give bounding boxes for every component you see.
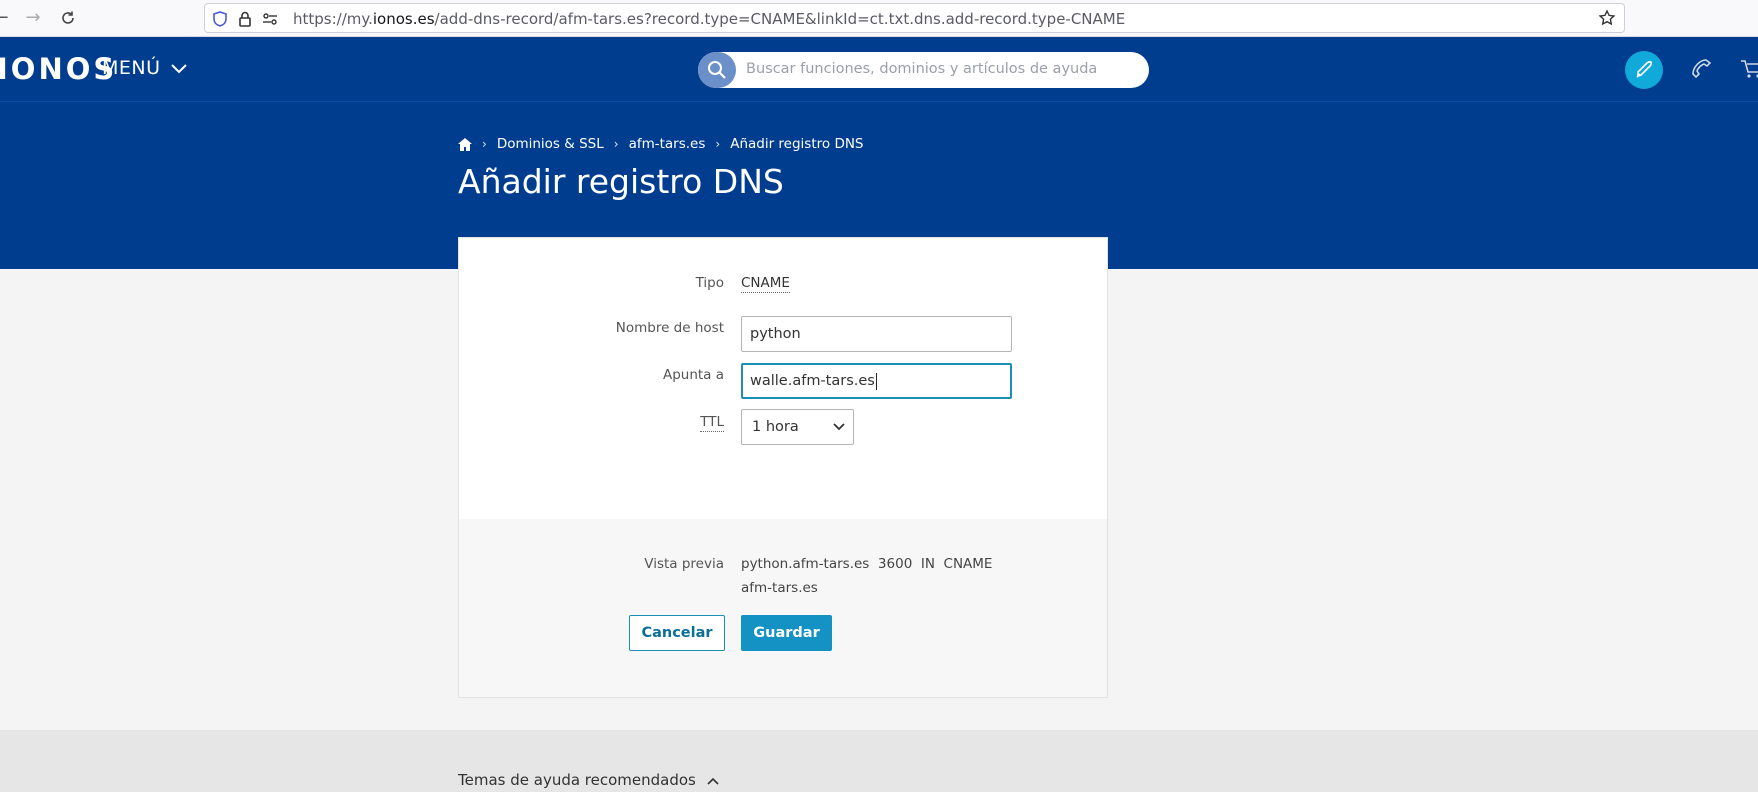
home-icon[interactable] bbox=[458, 137, 472, 151]
chevron-right-icon: › bbox=[613, 137, 619, 151]
back-icon[interactable]: ← bbox=[0, 6, 14, 30]
text-caret bbox=[875, 372, 877, 390]
preview-label: Vista previa bbox=[644, 556, 724, 572]
menu-label: MENÚ bbox=[102, 57, 161, 79]
forward-icon[interactable]: → bbox=[20, 6, 46, 30]
ttl-selected-value: 1 hora bbox=[752, 419, 799, 435]
page-title: Añadir registro DNS bbox=[458, 162, 784, 201]
shield-icon bbox=[213, 11, 227, 27]
preview-line-1: python.afm-tars.es 3600 IN CNAME bbox=[741, 556, 993, 572]
breadcrumb: › Dominios & SSL › afm-tars.es › Añadir … bbox=[458, 136, 864, 152]
chevron-up-icon bbox=[707, 777, 719, 785]
url-text: https://my.ionos.es/add-dns-record/afm-t… bbox=[293, 10, 1126, 28]
ionos-logo[interactable]: IONOS bbox=[0, 52, 117, 86]
breadcrumb-item-current: Añadir registro DNS bbox=[730, 136, 864, 152]
breadcrumb-item-domains[interactable]: Dominios & SSL bbox=[497, 136, 604, 152]
rocket-icon[interactable] bbox=[1625, 51, 1663, 89]
points-to-input[interactable]: walle.afm-tars.es bbox=[741, 363, 1012, 399]
save-button[interactable]: Guardar bbox=[741, 615, 832, 651]
lock-icon bbox=[239, 11, 251, 27]
menu-button[interactable]: MENÚ bbox=[102, 57, 187, 79]
points-to-value: walle.afm-tars.es bbox=[750, 373, 875, 389]
search-icon[interactable] bbox=[698, 52, 736, 88]
site-header: IONOS MENÚ Buscar funciones, dominios y … bbox=[0, 37, 1758, 102]
chevron-down-icon bbox=[833, 423, 845, 431]
search-placeholder: Buscar funciones, dominios y artículos d… bbox=[746, 61, 1098, 77]
chevron-right-icon: › bbox=[482, 137, 487, 151]
type-label: Tipo bbox=[695, 275, 724, 291]
preview-text: python.afm-tars.es 3600 IN CNAME afm-tar… bbox=[741, 552, 992, 600]
hostname-label: Nombre de host bbox=[615, 320, 724, 336]
chevron-right-icon: › bbox=[715, 137, 721, 151]
chevron-down-icon bbox=[171, 63, 187, 73]
bookmark-star-icon[interactable] bbox=[1598, 9, 1616, 27]
preview-section: Vista previa python.afm-tars.es 3600 IN … bbox=[459, 519, 1107, 697]
ttl-label: TTL bbox=[700, 414, 724, 432]
hostname-input[interactable]: python bbox=[741, 316, 1012, 352]
help-topics-toggle[interactable]: Temas de ayuda recomendados bbox=[458, 771, 719, 789]
dns-record-form: Tipo CNAME Nombre de host python Apunta … bbox=[458, 237, 1108, 698]
cart-icon[interactable] bbox=[1740, 57, 1758, 81]
preview-line-2: afm-tars.es bbox=[741, 580, 818, 596]
phone-icon[interactable] bbox=[1688, 57, 1712, 81]
type-value: CNAME bbox=[741, 275, 790, 293]
search-input[interactable]: Buscar funciones, dominios y artículos d… bbox=[698, 52, 1149, 88]
ttl-select[interactable]: 1 hora bbox=[741, 409, 854, 445]
help-section: Temas de ayuda recomendados bbox=[0, 730, 1758, 792]
help-topics-title: Temas de ayuda recomendados bbox=[458, 771, 696, 789]
points-to-label: Apunta a bbox=[662, 367, 724, 383]
breadcrumb-item-domain[interactable]: afm-tars.es bbox=[629, 136, 706, 152]
cancel-button[interactable]: Cancelar bbox=[629, 615, 725, 651]
permissions-icon[interactable] bbox=[261, 10, 279, 28]
browser-toolbar: ← → https://my.ionos.es/add-dns-record/a… bbox=[0, 0, 1758, 37]
address-bar[interactable]: https://my.ionos.es/add-dns-record/afm-t… bbox=[204, 3, 1625, 33]
reload-icon[interactable] bbox=[55, 6, 81, 30]
